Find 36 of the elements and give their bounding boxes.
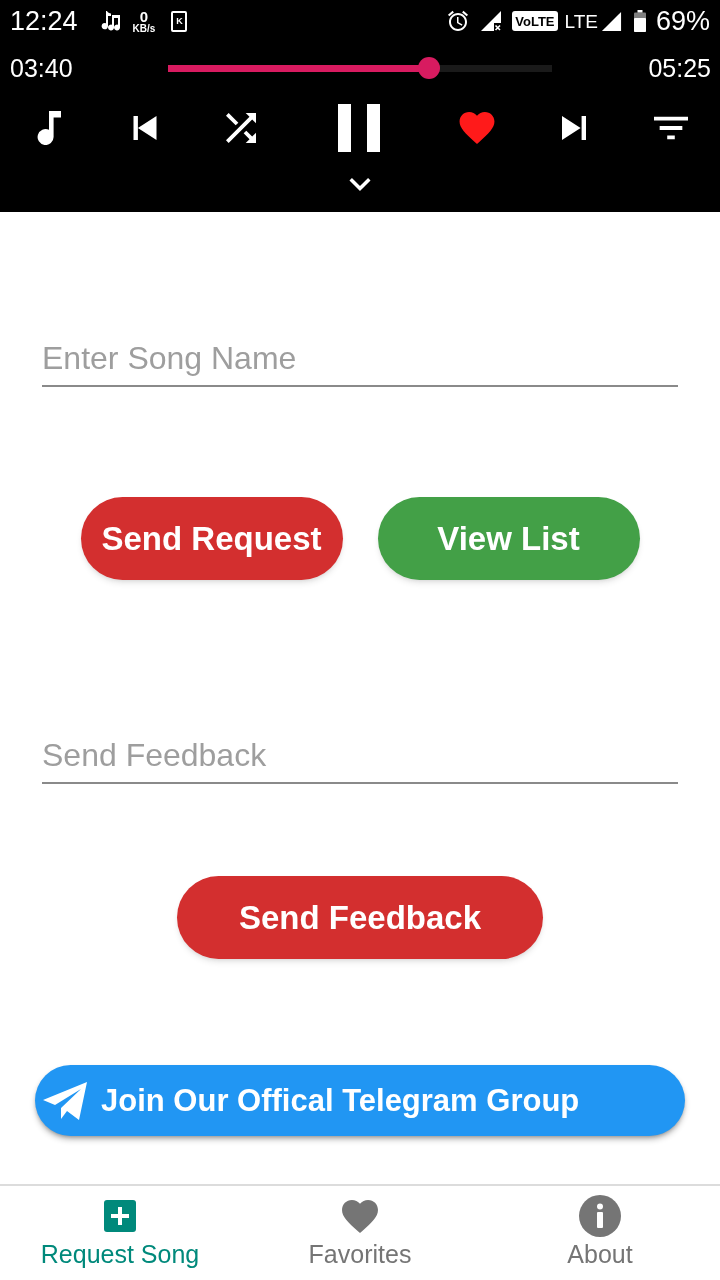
send-request-button[interactable]: Send Request [80,497,343,580]
battery-icon [633,10,646,32]
song-name-field[interactable]: Enter Song Name [42,336,678,387]
paper-plane-icon [43,1081,87,1120]
chevron-down-icon[interactable] [349,177,371,191]
network-speed-value: 0 [139,8,149,24]
volte-badge: VoLTE [512,11,558,31]
feedback-field[interactable]: Send Feedback [42,733,678,784]
network-speed-unit: KB/s [132,23,156,34]
view-list-button[interactable]: View List [377,497,640,580]
info-icon [579,1195,621,1237]
telegram-group-button[interactable]: Join Our Offical Telegram Group [35,1065,685,1136]
music-note-icon[interactable] [35,111,61,145]
clock-time: 12:24 [10,7,78,35]
network-type: LTE [564,11,598,31]
notification-badge: K [171,10,188,32]
heart-icon[interactable] [459,112,495,144]
pause-icon[interactable] [338,104,380,152]
seek-bar-track[interactable] [168,57,552,79]
nav-tab[interactable]: Favorites [240,1186,480,1280]
no-signal-icon [480,10,503,32]
elapsed-time: 03:40 [10,55,73,81]
seek-bar-thumb[interactable] [418,57,441,79]
filter-icon[interactable] [654,116,688,140]
nav-tab[interactable]: About [480,1186,720,1280]
signal-icon [600,10,622,32]
total-duration: 05:25 [648,55,711,81]
alarm-clock-icon [446,9,471,33]
nav-tab[interactable]: Request Song [0,1186,240,1280]
heart-icon [342,1199,378,1233]
plus-square-icon [104,1200,136,1232]
skip-next-icon[interactable] [562,116,586,140]
shuffle-icon[interactable] [226,113,256,143]
skip-previous-icon[interactable] [133,116,157,140]
battery-percent: 69% [655,7,710,35]
send-feedback-button[interactable]: Send Feedback [177,876,543,959]
